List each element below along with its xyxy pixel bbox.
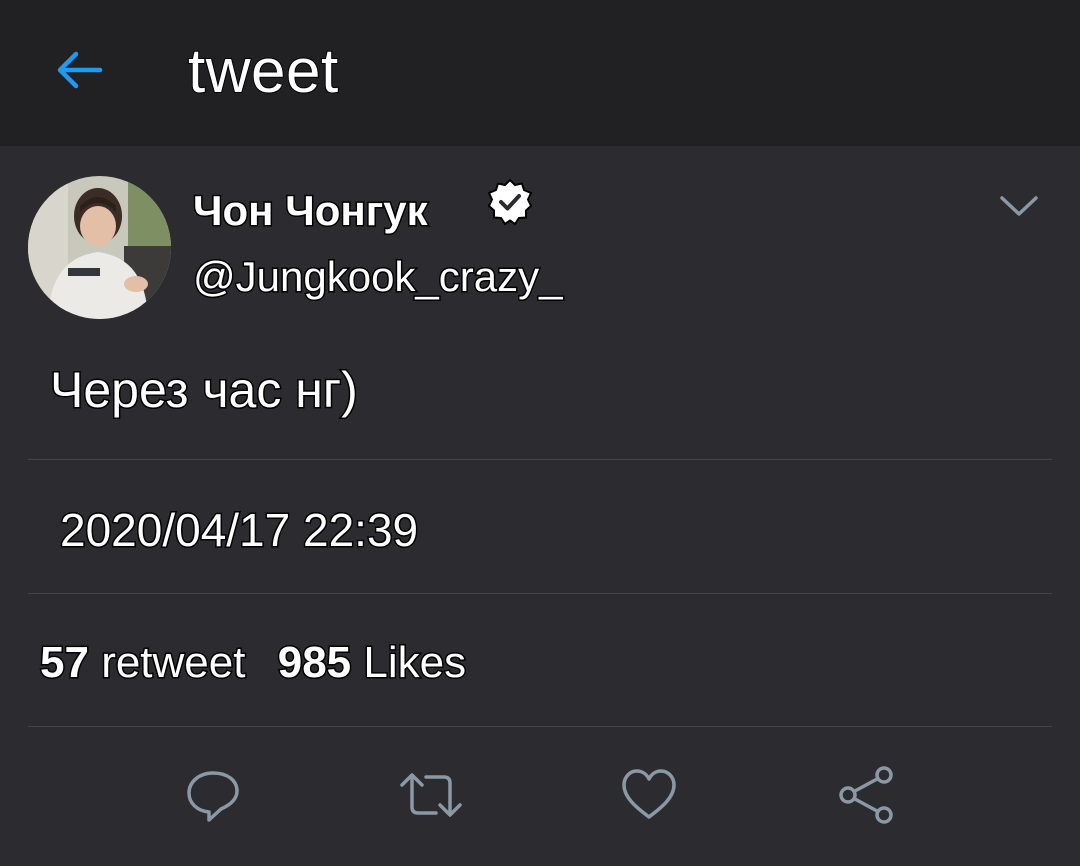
display-name[interactable]: Чон Чонгук [192, 186, 430, 236]
tweet-timestamp: 2020/04/17 22:39 [58, 503, 419, 558]
like-icon [622, 769, 676, 819]
user-handle[interactable]: @Jungkook_crazy_ [192, 252, 564, 302]
like-label[interactable]: Likes [362, 637, 468, 689]
verified-badge-icon [487, 178, 533, 226]
divider [28, 459, 1052, 460]
top-bar: tweet [0, 0, 1080, 146]
arrow-left-icon [57, 51, 103, 89]
retweet-count[interactable]: 57 [39, 637, 91, 689]
retweet-icon [400, 773, 462, 817]
avatar[interactable] [28, 176, 171, 319]
chevron-down-icon[interactable] [996, 186, 1042, 226]
reply-button[interactable] [180, 762, 246, 828]
divider [28, 593, 1052, 594]
divider [28, 726, 1052, 727]
retweet-label[interactable]: retweet [100, 637, 247, 689]
reply-icon [187, 771, 239, 822]
share-button[interactable] [834, 762, 900, 828]
page-title: tweet [187, 36, 339, 107]
profile-photo [28, 176, 171, 319]
back-button[interactable] [48, 44, 108, 96]
tweet-text: Через час нг) [49, 361, 360, 420]
like-count[interactable]: 985 [276, 637, 352, 689]
share-icon [839, 766, 893, 824]
tweet-stats: 57 retweet 985 Likes [39, 636, 468, 690]
retweet-button[interactable] [398, 762, 464, 828]
like-button[interactable] [616, 762, 682, 828]
